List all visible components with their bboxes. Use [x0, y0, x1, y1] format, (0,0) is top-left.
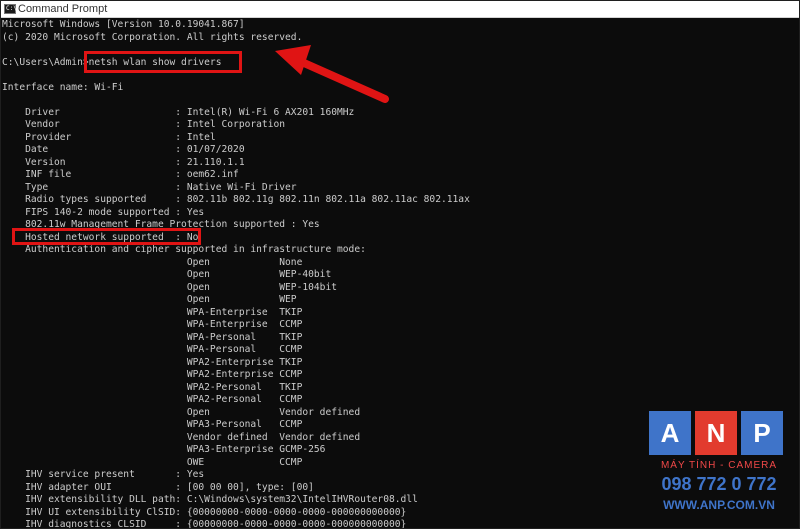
console-line: Open Vendor defined [2, 406, 361, 418]
cmd-icon: C:\ [4, 4, 17, 14]
command-prompt-window: C:\ Command Prompt Microsoft Windows [Ve… [0, 0, 800, 529]
console-line: WPA-Enterprise CCMP [2, 319, 303, 330]
console-line: Date : 01/07/2020 [2, 144, 245, 155]
logo-website: WWW.ANP.COM.VN [663, 498, 775, 512]
logo-letter-p: P [741, 411, 783, 455]
console-line: WPA2-Enterprise TKIP [2, 356, 303, 368]
red-arrow-icon [275, 45, 389, 103]
console-line: FIPS 140-2 mode supported : Yes [2, 206, 205, 218]
console-line: WPA2-Personal CCMP [2, 394, 303, 405]
console-line: IHV extensibility DLL path: C:\Windows\s… [2, 494, 418, 505]
console-line: IHV adapter OUI : [00 00 00], type: [00] [2, 481, 314, 493]
hosted-network-highlight-box [12, 228, 201, 245]
console-line: WPA3-Personal CCMP [2, 419, 303, 430]
console-line: Version : 21.110.1.1 [2, 156, 245, 168]
console-line: IHV diagnostics CLSID : {00000000-0000-0… [2, 519, 407, 529]
logo-tagline: MÁY TÍNH - CAMERA [660, 460, 778, 471]
console-line: Type : Native Wi-Fi Driver [2, 181, 297, 193]
console-line: Vendor defined Vendor defined [2, 431, 361, 443]
window-title: Command Prompt [18, 3, 108, 15]
console-line: WPA3-Enterprise GCMP-256 [2, 444, 326, 455]
console-line: Radio types supported : 802.11b 802.11g … [2, 194, 470, 205]
console-line: WPA2-Enterprise CCMP [2, 369, 303, 380]
console-line: Open WEP [2, 294, 297, 305]
console-line: IHV UI extensibility ClSID: {00000000-00… [2, 506, 407, 518]
anp-logo: A N P MÁY TÍNH - CAMERA 098 772 0 772 WW… [649, 411, 789, 523]
console-line: Authentication and cipher supported in i… [2, 244, 366, 255]
console-line: Open WEP-104bit [2, 281, 338, 293]
logo-letters: A N P [649, 411, 787, 455]
command-highlight-box [84, 51, 242, 73]
console-line: WPA-Personal TKIP [2, 331, 303, 343]
console-line: WPA2-Personal TKIP [2, 381, 303, 393]
console-line: WPA-Personal CCMP [2, 344, 303, 355]
console-line: Open None [2, 256, 303, 268]
console-line: (c) 2020 Microsoft Corporation. All righ… [2, 31, 303, 43]
title-bar[interactable]: C:\ Command Prompt [1, 1, 799, 18]
console-line: Microsoft Windows [Version 10.0.19041.86… [2, 19, 245, 30]
logo-letter-a: A [649, 411, 691, 455]
console-line: Open WEP-40bit [2, 269, 332, 280]
console-line: INF file : oem62.inf [2, 169, 239, 180]
logo-letter-n: N [695, 411, 737, 455]
console-line: WPA-Enterprise TKIP [2, 306, 303, 318]
console-line: Interface name: Wi-Fi [2, 81, 124, 93]
console-line: OWE CCMP [2, 456, 303, 468]
console-line: Provider : Intel [2, 131, 216, 143]
console-line: IHV service present : Yes [2, 469, 205, 480]
logo-phone: 098 772 0 772 [661, 474, 777, 494]
console-line: Vendor : Intel Corporation [2, 119, 286, 130]
